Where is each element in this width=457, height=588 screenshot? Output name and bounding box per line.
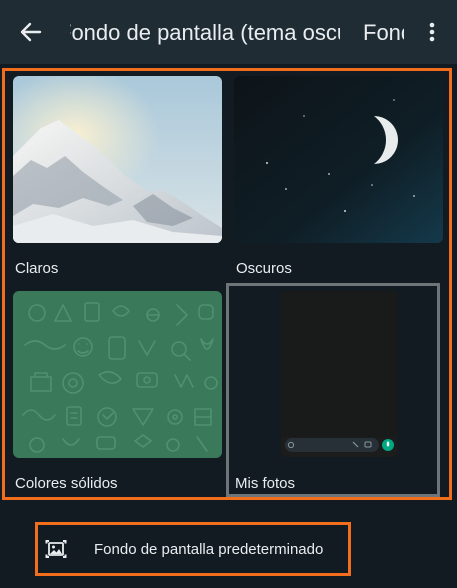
light-wallpaper-thumbnail: [13, 76, 222, 243]
arrow-left-icon: [20, 22, 42, 42]
category-label: Oscuros: [236, 260, 292, 277]
back-button[interactable]: [14, 16, 48, 48]
category-solid-colors-tile[interactable]: Colores sólidos: [13, 291, 223, 496]
green-doodle-pattern-image: [13, 291, 222, 458]
default-wallpaper-button[interactable]: Fondo de pantalla predeterminado: [35, 522, 351, 576]
solid-colors-thumbnail: [13, 291, 222, 458]
my-photos-thumbnail: [281, 291, 397, 457]
snowy-mountain-image: [13, 76, 222, 243]
crescent-moon-image: [234, 76, 443, 243]
category-label: Claros: [15, 260, 59, 277]
right-title-text: Fondo: [363, 20, 404, 45]
image-frame-icon: [45, 540, 67, 558]
dark-chat-preview-image: [281, 291, 397, 457]
page-title: Fondo de pantalla (tema oscuro): [70, 20, 340, 45]
category-dark-tile[interactable]: Oscuros: [234, 76, 444, 281]
app-bar: Fondo de pantalla (tema oscuro) Fondo: [0, 0, 457, 64]
category-label: Colores sólidos: [15, 475, 118, 492]
category-label: Mis fotos: [235, 475, 296, 492]
more-vertical-icon: [429, 22, 435, 42]
page-title-container: Fondo de pantalla (tema oscuro): [70, 18, 340, 48]
more-options-button[interactable]: [418, 16, 446, 48]
category-light-tile[interactable]: Claros: [13, 76, 223, 281]
category-my-photos-tile[interactable]: Mis fotos: [229, 286, 437, 494]
dark-wallpaper-thumbnail: [234, 76, 443, 243]
right-title-container: Fondo: [363, 18, 404, 48]
wallpaper-screen: Fondo de pantalla (tema oscuro) Fondo: [0, 0, 457, 588]
default-wallpaper-label: Fondo de pantalla predeterminado: [94, 541, 324, 558]
